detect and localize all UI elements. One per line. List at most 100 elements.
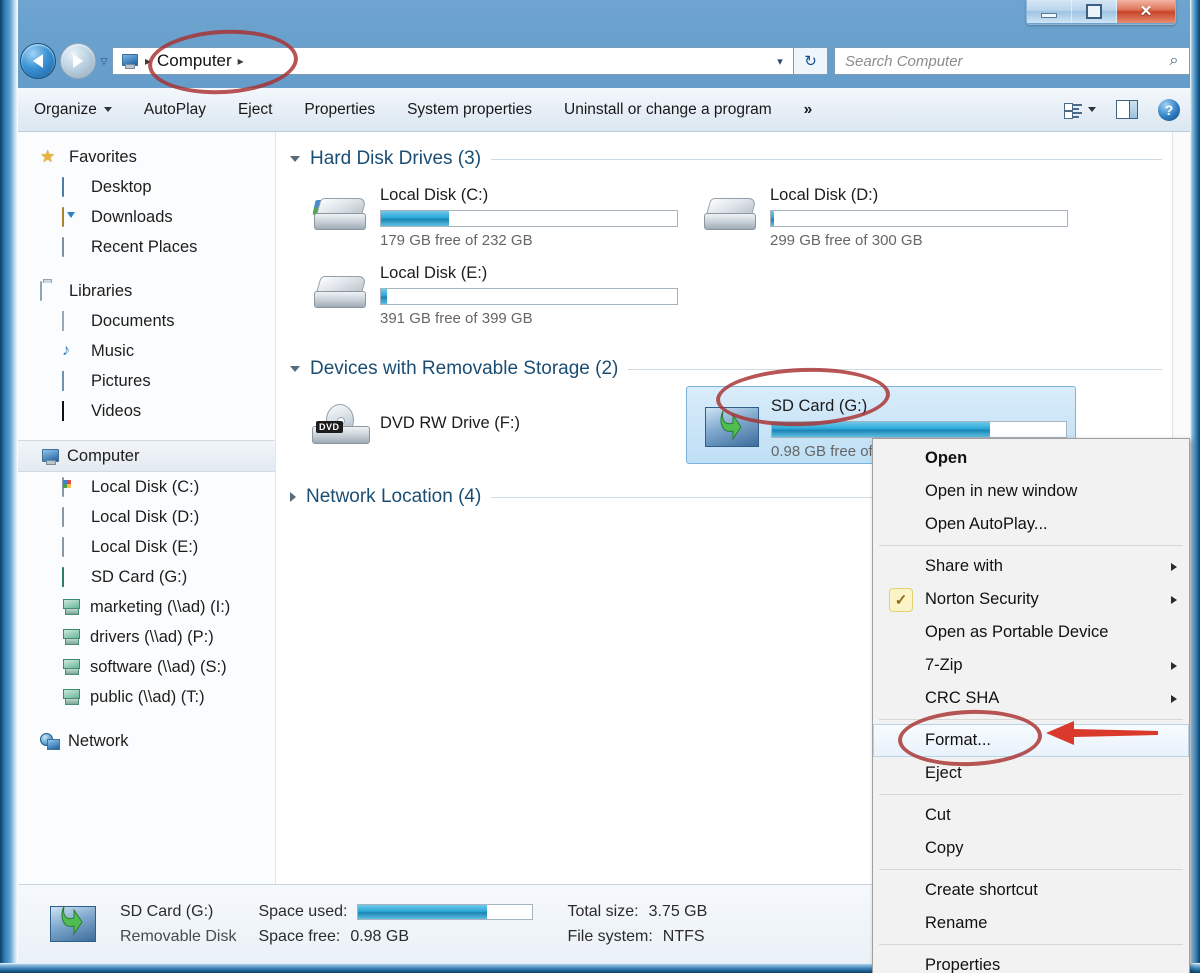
sidebar-label: Local Disk (C:) <box>91 477 200 496</box>
sidebar-item-favorites[interactable]: ★ Favorites <box>18 142 275 172</box>
drive-tile-local-disk-d[interactable]: Local Disk (D:) 299 GB free of 300 GB <box>686 176 1076 254</box>
context-menu-separator <box>879 944 1183 945</box>
sidebar-label: software (\\ad) (S:) <box>90 657 227 676</box>
context-menu-item-copy[interactable]: Copy <box>873 832 1189 865</box>
sidebar-item-software[interactable]: software (\\ad) (S:) <box>18 652 275 682</box>
sidebar-group-network: Network <box>18 726 275 756</box>
collapse-triangle-icon[interactable] <box>290 366 300 372</box>
close-button[interactable]: ✕ <box>1117 0 1175 23</box>
star-icon: ★ <box>40 147 56 166</box>
toolbar-properties[interactable]: Properties <box>288 101 391 119</box>
sidebar-item-desktop[interactable]: Desktop <box>18 172 275 202</box>
back-button[interactable] <box>20 43 56 79</box>
context-menu-item-7-zip[interactable]: 7-Zip <box>873 649 1189 682</box>
sidebar-item-documents[interactable]: Documents <box>18 306 275 336</box>
sidebar-item-downloads[interactable]: Downloads <box>18 202 275 232</box>
downloads-icon <box>62 207 82 227</box>
change-view-button[interactable] <box>1054 102 1106 119</box>
context-menu-item-cut[interactable]: Cut <box>873 799 1189 832</box>
videos-icon <box>62 401 82 421</box>
sidebar-item-local-disk-d[interactable]: Local Disk (D:) <box>18 502 275 532</box>
sidebar-item-drivers[interactable]: drivers (\\ad) (P:) <box>18 622 275 652</box>
toolbar-eject[interactable]: Eject <box>222 101 288 119</box>
help-button[interactable]: ? <box>1148 98 1190 121</box>
sidebar-item-pictures[interactable]: Pictures <box>18 366 275 396</box>
breadcrumb-separator-trailing[interactable]: ▸ <box>238 54 244 68</box>
drive-icon <box>62 537 82 557</box>
sidebar-label: Computer <box>67 446 140 465</box>
sidebar-item-music[interactable]: ♪ Music <box>18 336 275 366</box>
context-menu-item-format[interactable]: Format... <box>873 724 1189 757</box>
toolbar-system-properties[interactable]: System properties <box>391 101 548 119</box>
refresh-button[interactable]: ↻ <box>794 47 828 75</box>
address-bar[interactable]: ▸ Computer ▸ ▾ <box>112 47 794 75</box>
document-icon <box>62 311 82 331</box>
computer-icon <box>40 448 59 465</box>
sidebar-item-local-disk-e[interactable]: Local Disk (E:) <box>18 532 275 562</box>
collapse-triangle-icon[interactable] <box>290 156 300 162</box>
sidebar-item-libraries[interactable]: Libraries <box>18 276 275 306</box>
context-menu-label: Share with <box>925 557 1003 575</box>
recent-places-icon <box>62 237 82 257</box>
context-menu-item-share-with[interactable]: Share with <box>873 550 1189 583</box>
drive-name: SD Card (G:) <box>771 397 868 415</box>
sidebar-item-network[interactable]: Network <box>18 726 275 756</box>
history-dropdown-button[interactable]: ▽ <box>96 56 112 67</box>
forward-button[interactable] <box>60 43 96 79</box>
context-menu-item-open-as-portable-device[interactable]: Open as Portable Device <box>873 616 1189 649</box>
sidebar-item-sd-card-g[interactable]: SD Card (G:) <box>18 562 275 592</box>
group-header-devices-with-removable-storage[interactable]: Devices with Removable Storage (2) <box>290 358 1190 380</box>
drive-capacity-text: 299 GB free of 300 GB <box>770 232 923 249</box>
drive-tile-local-disk-c[interactable]: Local Disk (C:) 179 GB free of 232 GB <box>296 176 686 254</box>
chevron-right-icon <box>1171 694 1177 703</box>
drive-icon <box>694 182 770 246</box>
total-size-value: 3.75 GB <box>648 902 708 920</box>
desktop-icon <box>62 177 82 197</box>
context-menu-item-eject[interactable]: Eject <box>873 757 1189 790</box>
context-menu-item-properties[interactable]: Properties <box>873 949 1189 973</box>
toolbar-organize[interactable]: Organize <box>18 101 128 119</box>
toolbar-uninstall-or-change-a-program[interactable]: Uninstall or change a program <box>548 101 788 119</box>
dvd-drive-icon: DVD <box>304 392 380 456</box>
toolbar-overflow-button[interactable]: » <box>788 101 829 119</box>
drive-name: Local Disk (D:) <box>770 186 879 204</box>
sidebar-label: Pictures <box>91 371 151 390</box>
breadcrumb-computer[interactable]: Computer <box>157 51 232 71</box>
minimize-button[interactable] <box>1027 0 1072 23</box>
context-menu-item-create-shortcut[interactable]: Create shortcut <box>873 874 1189 907</box>
sidebar-item-videos[interactable]: Videos <box>18 396 275 426</box>
forward-arrow-icon <box>73 54 83 68</box>
address-bar-row: ▽ ▸ Computer ▸ ▾ ↻ Search Computer ⌕ <box>18 42 1190 80</box>
capacity-bar <box>380 210 678 227</box>
address-dropdown-button[interactable]: ▾ <box>767 55 793 68</box>
sidebar-item-local-disk-c[interactable]: Local Disk (C:) <box>18 472 275 502</box>
sidebar-item-recent-places[interactable]: Recent Places <box>18 232 275 262</box>
sidebar-item-marketing[interactable]: marketing (\\ad) (I:) <box>18 592 275 622</box>
search-input[interactable]: Search Computer <box>845 53 1159 70</box>
group-header-hard-disk-drives[interactable]: Hard Disk Drives (3) <box>290 148 1190 170</box>
toolbar-organize-label: Organize <box>34 100 97 118</box>
context-menu-item-open[interactable]: Open <box>873 442 1189 475</box>
expand-triangle-icon[interactable] <box>290 492 296 502</box>
toolbar-autoplay[interactable]: AutoPlay <box>128 101 222 119</box>
group-divider <box>491 158 1162 160</box>
context-menu-item-crc-sha[interactable]: CRC SHA <box>873 682 1189 715</box>
context-menu-item-open-in-new-window[interactable]: Open in new window <box>873 475 1189 508</box>
maximize-icon <box>1086 4 1102 19</box>
group-divider <box>628 368 1162 370</box>
search-box[interactable]: Search Computer ⌕ <box>834 47 1190 75</box>
context-menu: Open Open in new window Open AutoPlay...… <box>872 438 1190 973</box>
context-menu-item-norton-security[interactable]: ✓ Norton Security <box>873 583 1189 616</box>
drive-tile-dvd-rw-drive-f[interactable]: DVD DVD RW Drive (F:) <box>296 386 686 464</box>
drive-tile-local-disk-e[interactable]: Local Disk (E:) 391 GB free of 399 GB <box>296 254 686 332</box>
context-menu-item-open-autoplay[interactable]: Open AutoPlay... <box>873 508 1189 541</box>
sidebar-item-computer[interactable]: Computer <box>18 440 275 472</box>
show-preview-pane-button[interactable] <box>1106 100 1148 119</box>
maximize-button[interactable] <box>1072 0 1117 23</box>
details-subtitle: Removable Disk <box>120 927 237 945</box>
context-menu-item-rename[interactable]: Rename <box>873 907 1189 940</box>
sidebar-item-public[interactable]: public (\\ad) (T:) <box>18 682 275 712</box>
eject-arrow-icon <box>720 410 742 441</box>
view-list-icon <box>1064 102 1082 119</box>
sidebar-label: marketing (\\ad) (I:) <box>90 597 231 616</box>
